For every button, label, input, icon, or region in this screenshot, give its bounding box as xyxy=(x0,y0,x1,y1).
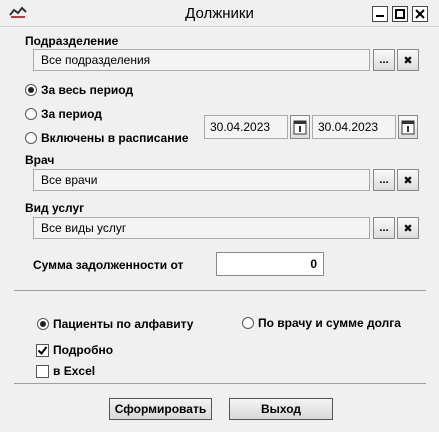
radio-in-schedule-label: Включены в расписание xyxy=(41,131,189,145)
doctor-select-button[interactable]: ... xyxy=(373,169,395,191)
doctor-clear-button[interactable]: ✖ xyxy=(397,169,419,191)
service-type-clear-button[interactable]: ✖ xyxy=(397,217,419,239)
separator-bottom xyxy=(14,383,426,384)
department-field[interactable]: Все подразделения xyxy=(33,49,370,71)
radio-period[interactable] xyxy=(25,108,37,120)
calendar-to-icon[interactable] xyxy=(398,115,418,139)
maximize-icon[interactable] xyxy=(392,6,408,22)
doctor-field[interactable]: Все врачи xyxy=(33,169,370,191)
minimize-icon[interactable] xyxy=(372,6,388,22)
exit-button[interactable]: Выход xyxy=(229,398,333,420)
checkbox-excel-label: в Excel xyxy=(53,364,96,378)
separator-top xyxy=(14,290,426,291)
department-select-button[interactable]: ... xyxy=(373,49,395,71)
service-type-label: Вид услуг xyxy=(25,201,85,215)
radio-sort-doctor-debt[interactable] xyxy=(242,317,254,329)
service-type-field[interactable]: Все виды услуг xyxy=(33,217,370,239)
service-type-select-button[interactable]: ... xyxy=(373,217,395,239)
department-clear-button[interactable]: ✖ xyxy=(397,49,419,71)
radio-sort-doctor-debt-label: По врачу и сумме долга xyxy=(258,316,401,330)
radio-period-label: За период xyxy=(41,107,102,121)
date-to-field[interactable]: 30.04.2023 xyxy=(312,115,396,139)
checkbox-excel[interactable] xyxy=(36,365,49,378)
radio-in-schedule[interactable] xyxy=(25,132,37,144)
doctor-label: Врач xyxy=(25,153,55,167)
radio-sort-alphabet[interactable] xyxy=(37,318,49,330)
date-from-field[interactable]: 30.04.2023 xyxy=(204,115,288,139)
checkbox-detailed[interactable] xyxy=(36,344,49,357)
radio-all-period-label: За весь период xyxy=(41,83,134,97)
radio-sort-alphabet-label: Пациенты по алфавиту xyxy=(53,317,194,331)
calendar-from-icon[interactable] xyxy=(290,115,310,139)
radio-all-period[interactable] xyxy=(25,84,37,96)
generate-button[interactable]: Сформировать xyxy=(109,398,212,420)
debt-label: Сумма задолженности от xyxy=(33,258,184,272)
close-icon[interactable] xyxy=(412,6,428,22)
debt-amount-input[interactable]: 0 xyxy=(216,252,324,276)
checkbox-detailed-label: Подробно xyxy=(53,343,114,357)
department-label: Подразделение xyxy=(25,34,119,48)
